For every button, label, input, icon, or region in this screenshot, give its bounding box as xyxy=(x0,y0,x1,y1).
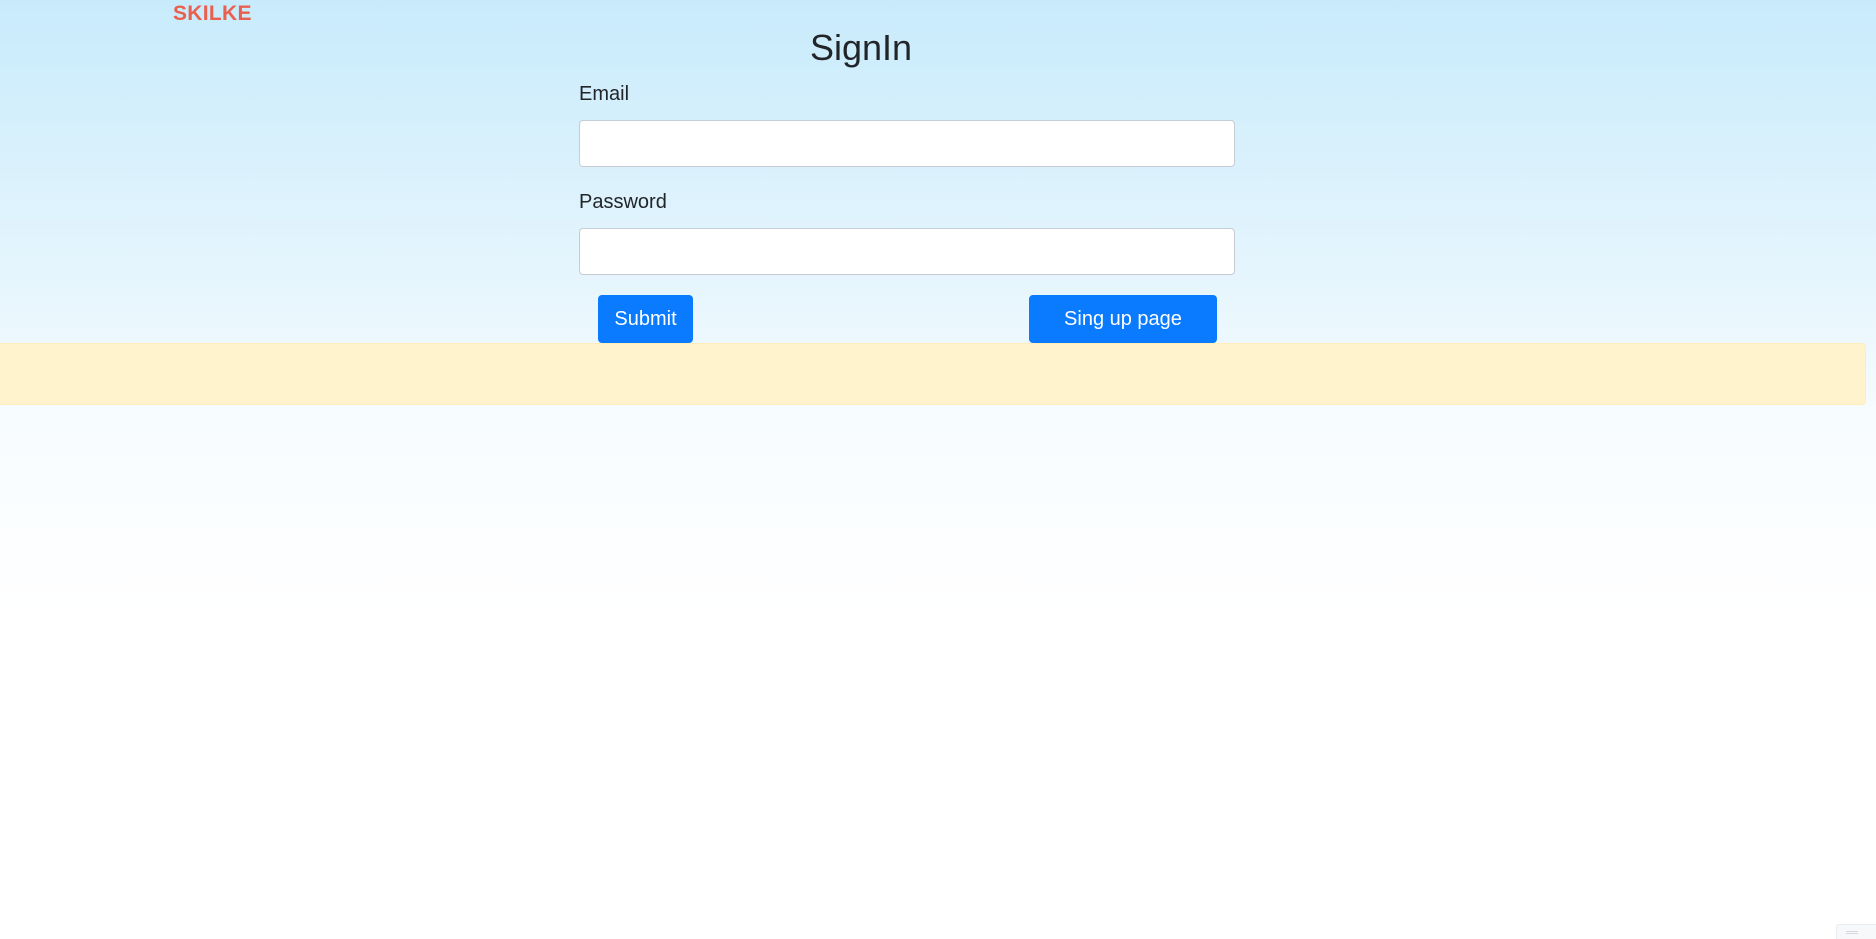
email-field[interactable] xyxy=(579,120,1235,167)
signup-page-button[interactable]: Sing up page xyxy=(1029,295,1217,343)
brand-logo[interactable]: SKILKE xyxy=(173,2,252,26)
page-title: SignIn xyxy=(810,27,913,68)
submit-button[interactable]: Submit xyxy=(598,295,693,343)
recaptcha-icon xyxy=(1846,931,1858,932)
password-field[interactable] xyxy=(579,228,1235,275)
alert-banner xyxy=(0,343,1866,405)
password-label: Password xyxy=(579,191,667,213)
recaptcha-badge[interactable] xyxy=(1836,924,1876,939)
email-label: Email xyxy=(579,83,630,105)
